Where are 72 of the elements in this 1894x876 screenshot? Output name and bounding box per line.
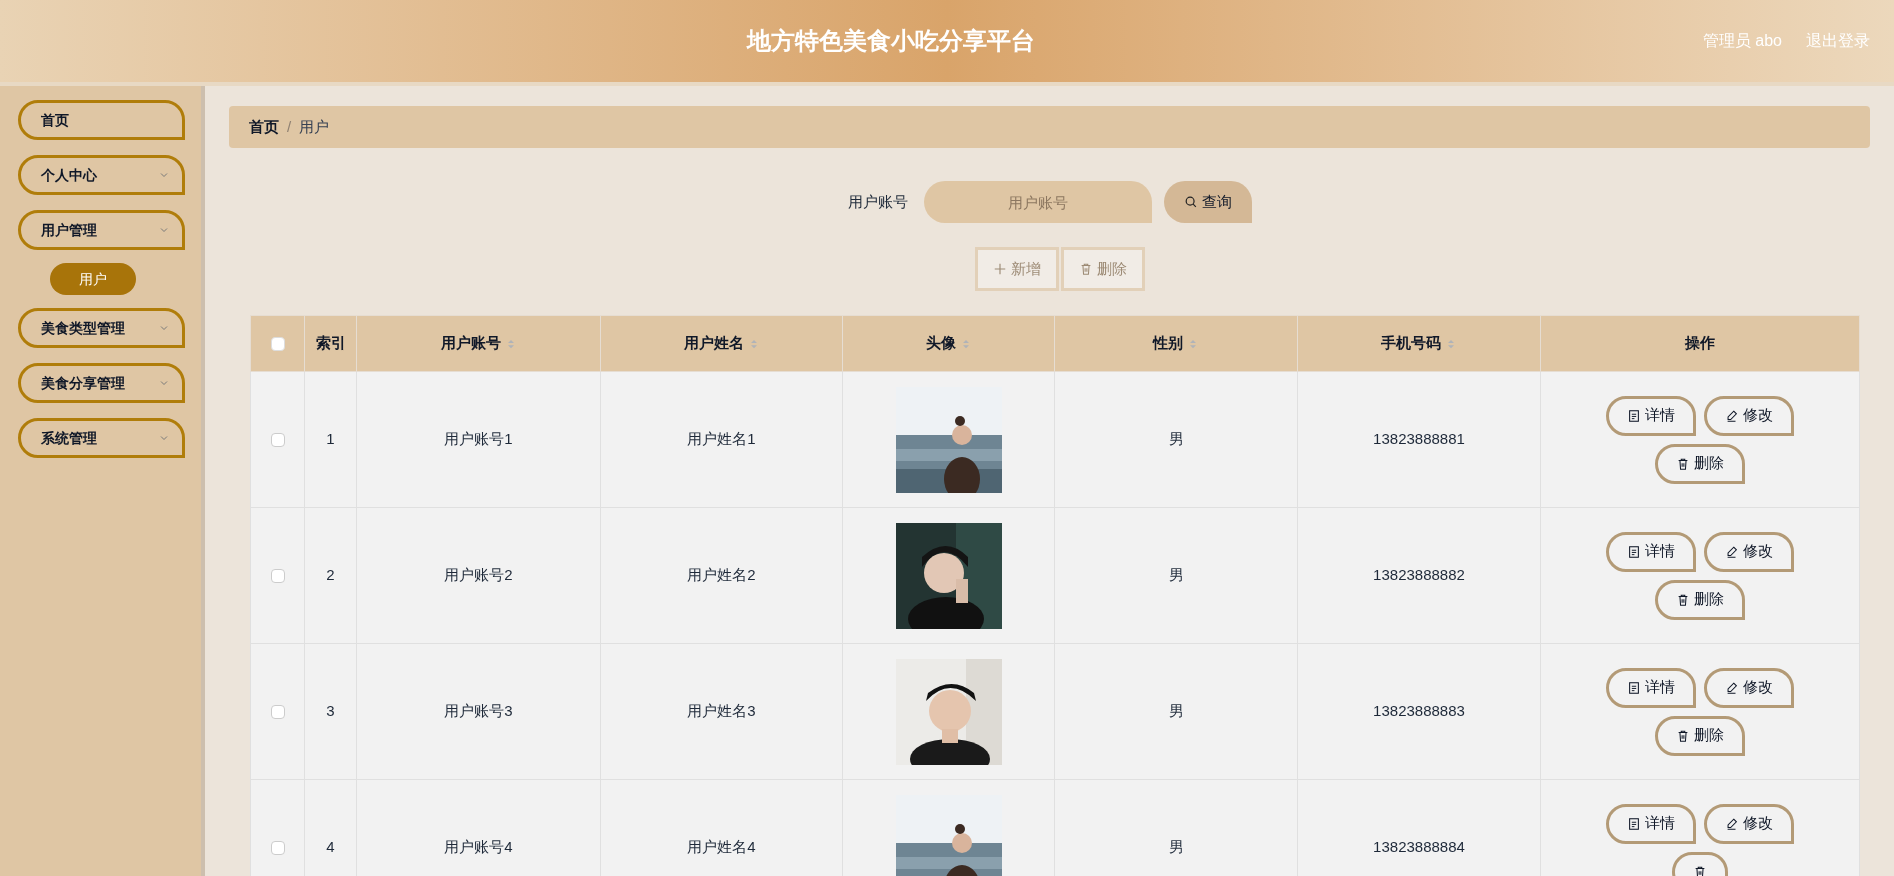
search-button[interactable]: 查询 xyxy=(1163,181,1252,223)
document-icon xyxy=(1627,816,1641,831)
detail-button[interactable]: 详情 xyxy=(1606,531,1696,572)
edit-button[interactable]: 修改 xyxy=(1704,395,1794,436)
table-cell: 男 xyxy=(1168,702,1184,720)
column-header: 操作 xyxy=(1685,333,1715,354)
pencil-icon xyxy=(1725,544,1739,559)
table-cell: 用户账号2 xyxy=(444,566,513,584)
row-checkbox[interactable] xyxy=(270,841,285,856)
plus-icon xyxy=(992,262,1007,276)
site-title: 地方特色美食小吃分享平台 xyxy=(747,26,1036,56)
document-icon xyxy=(1627,680,1641,695)
select-all-checkbox[interactable] xyxy=(270,337,285,352)
column-header: 用户姓名 xyxy=(683,333,744,354)
table-cell: 13823888883 xyxy=(1373,702,1465,720)
table-cell: 用户姓名4 xyxy=(687,838,756,856)
edit-button[interactable]: 修改 xyxy=(1704,531,1794,572)
table-cell: 13823888884 xyxy=(1373,838,1465,856)
table-cell: 13823888881 xyxy=(1373,430,1465,448)
sidebar-item[interactable]: 系统管理 xyxy=(18,418,185,458)
edit-button[interactable]: 修改 xyxy=(1704,667,1794,708)
table-cell: 1 xyxy=(326,430,335,448)
column-header: 性别 xyxy=(1153,333,1183,354)
column-header: 手机号码 xyxy=(1381,333,1441,354)
table-cell: 用户账号3 xyxy=(444,702,513,720)
column-header: 头像 xyxy=(925,333,956,354)
row-checkbox[interactable] xyxy=(270,569,285,584)
breadcrumb-item: 用户 xyxy=(299,116,330,137)
breadcrumb-separator: / xyxy=(287,116,292,137)
edit-button[interactable]: 修改 xyxy=(1704,803,1794,844)
table-cell: 2 xyxy=(326,566,335,584)
admin-label: 管理员 abo xyxy=(1702,31,1782,51)
submenu-item[interactable]: 用户 xyxy=(50,263,136,295)
delete-button[interactable]: 删除 xyxy=(1655,443,1745,484)
pencil-icon xyxy=(1725,680,1739,695)
trash-icon xyxy=(1693,864,1707,876)
search-icon xyxy=(1183,195,1198,209)
sidebar-item[interactable]: 美食分享管理 xyxy=(18,363,185,403)
column-header: 索引 xyxy=(315,333,346,354)
table-cell: 13823888882 xyxy=(1373,566,1465,584)
trash-icon xyxy=(1676,592,1690,607)
sidebar-item[interactable]: 个人中心 xyxy=(18,155,185,195)
table-cell: 用户账号1 xyxy=(444,430,513,448)
table-cell: 男 xyxy=(1168,430,1184,448)
table-cell: 男 xyxy=(1168,566,1184,584)
sidebar-item[interactable]: 首页 xyxy=(18,100,185,140)
detail-button[interactable]: 详情 xyxy=(1606,667,1696,708)
search-field[interactable]: 用户账号 xyxy=(923,181,1152,223)
row-checkbox[interactable] xyxy=(270,705,285,720)
detail-button[interactable]: 详情 xyxy=(1606,803,1696,844)
sidebar-item[interactable]: 用户管理 xyxy=(18,210,185,250)
table-cell: 用户账号4 xyxy=(444,838,513,856)
table-cell: 用户姓名2 xyxy=(687,566,756,584)
sidebar-item[interactable]: 美食类型管理 xyxy=(18,308,185,348)
breadcrumb-item[interactable]: 首页 xyxy=(249,115,279,139)
pencil-icon xyxy=(1725,816,1739,831)
search-label: 用户账号 xyxy=(847,191,908,212)
delete-button[interactable]: 删除 xyxy=(1655,715,1745,756)
table-cell: 4 xyxy=(326,838,335,856)
row-checkbox[interactable] xyxy=(270,433,285,448)
trash-icon xyxy=(1676,456,1690,471)
table-cell: 用户姓名1 xyxy=(687,430,756,448)
pencil-icon xyxy=(1725,408,1739,423)
table-cell: 用户姓名3 xyxy=(687,702,756,720)
trash-icon xyxy=(1676,728,1690,743)
column-header: 用户账号 xyxy=(440,333,501,354)
delete-button[interactable]: 删除 xyxy=(1655,579,1745,620)
document-icon xyxy=(1627,544,1641,559)
document-icon xyxy=(1627,408,1641,423)
table-cell: 3 xyxy=(326,702,335,720)
detail-button[interactable]: 详情 xyxy=(1606,395,1696,436)
table-cell: 男 xyxy=(1168,838,1184,856)
